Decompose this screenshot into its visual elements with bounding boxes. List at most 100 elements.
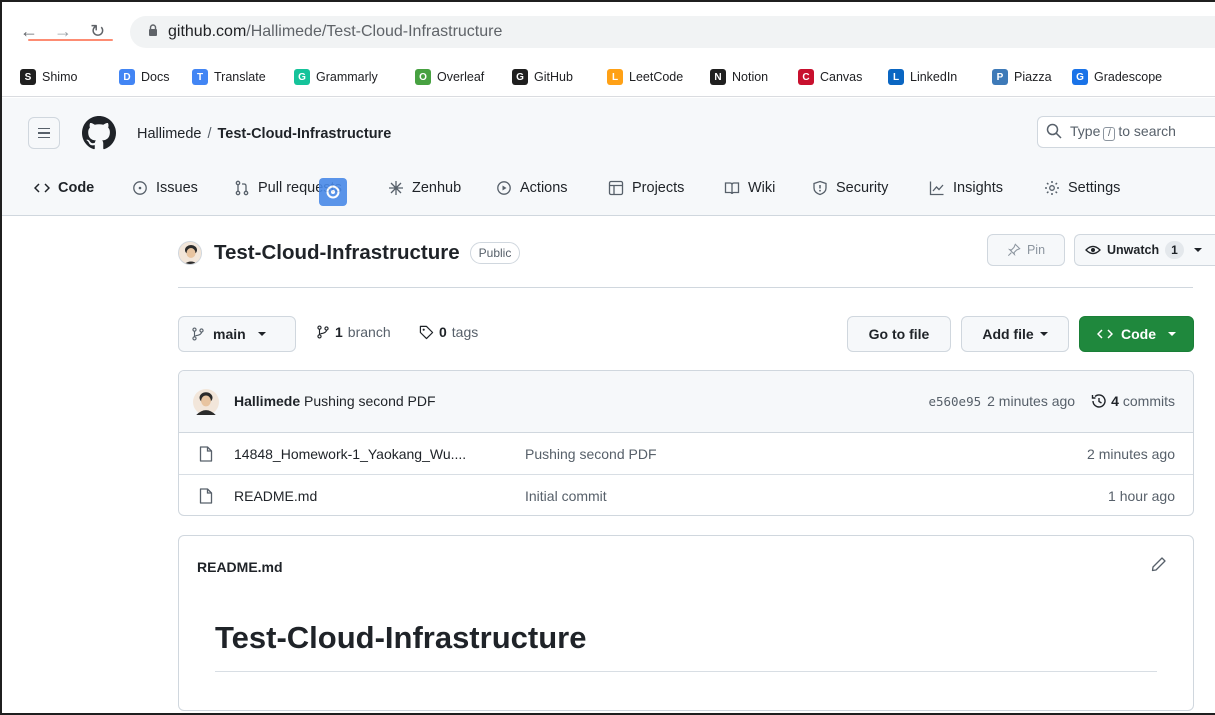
url-text: github.com/Hallimede/Test-Cloud-Infrastr… [168, 23, 502, 41]
branch-count: 1 [335, 324, 343, 340]
tab-projects[interactable]: Projects [608, 180, 684, 196]
add-file-button[interactable]: Add file [961, 316, 1069, 352]
url-host: github.com [168, 23, 247, 40]
tab-label: Settings [1068, 180, 1121, 196]
browser-window: ← → ↻ github.com/Hallimede/Test-Cloud-In… [0, 0, 1215, 715]
bookmark-grammarly[interactable]: G Grammarly [294, 69, 378, 85]
tab-wiki[interactable]: Wiki [724, 180, 775, 196]
forward-icon[interactable]: → [54, 22, 72, 40]
bookmark-label: Piazza [1014, 70, 1052, 84]
github-logo-icon[interactable] [82, 116, 116, 150]
file-commit-message[interactable]: Pushing second PDF [525, 446, 657, 462]
tab-actions[interactable]: Actions [496, 180, 568, 196]
tab-label: Projects [632, 180, 685, 196]
issue-icon [133, 181, 147, 195]
bookmark-translate[interactable]: T Translate [192, 69, 266, 85]
pin-label: Pin [1026, 243, 1046, 257]
repo-title[interactable]: Test-Cloud-Infrastructure [214, 241, 460, 265]
tab-label: Insights [953, 180, 1003, 196]
bookmark-label: Canvas [820, 70, 863, 84]
bookmark-label: Translate [214, 70, 266, 84]
branch-word: branch [347, 324, 391, 340]
tab-zenhub[interactable]: Zenhub [388, 180, 461, 196]
file-commit-message[interactable]: Initial commit [525, 488, 607, 504]
bookmark-label: Grammarly [316, 70, 378, 84]
unwatch-label: Unwatch [1107, 243, 1160, 257]
tag-icon [419, 325, 434, 339]
overleaf-icon: O [415, 69, 431, 85]
leetcode-icon: L [607, 69, 623, 85]
branch-selector[interactable]: main [178, 316, 296, 352]
commit-sha[interactable]: e560e95 [928, 394, 981, 409]
bookmark-label: GitHub [534, 70, 573, 84]
avatar[interactable] [193, 389, 219, 415]
pencil-icon[interactable] [1151, 556, 1167, 572]
code-icon [34, 183, 50, 193]
table-row: 14848_Homework-1_Yaokang_Wu.... Pushing s… [179, 433, 1193, 475]
bookmark-canvas[interactable]: C Canvas [798, 69, 862, 85]
pin-button[interactable]: Pin [987, 234, 1065, 266]
avatar[interactable] [178, 241, 202, 265]
tab-issues[interactable]: Issues [132, 180, 198, 196]
file-name[interactable]: 14848_Homework-1_Yaokang_Wu.... [234, 446, 466, 462]
bookmark-label: Notion [732, 70, 769, 84]
bookmark-leetcode[interactable]: L LeetCode [607, 69, 683, 85]
bookmark-piazza[interactable]: P Piazza [992, 69, 1052, 85]
tab-label: Zenhub [412, 180, 462, 196]
bookmark-overleaf[interactable]: O Overleaf [415, 69, 484, 85]
tab-code[interactable]: Code [34, 180, 94, 196]
book-icon [724, 182, 740, 195]
bookmark-label: LinkedIn [910, 70, 958, 84]
chevron-down-icon [257, 332, 266, 336]
branches-link[interactable]: 1 branch [316, 324, 391, 340]
menu-icon[interactable] [28, 117, 60, 149]
shield-icon [813, 180, 827, 196]
tab-insights[interactable]: Insights [929, 180, 1003, 196]
tab-security[interactable]: Security [812, 180, 888, 196]
file-name[interactable]: README.md [234, 488, 317, 504]
add-file-label: Add file [982, 326, 1034, 342]
commit-count: 4 [1111, 393, 1119, 409]
code-button[interactable]: Code [1079, 316, 1194, 352]
bookmark-shimo[interactable]: S Shimo [20, 69, 77, 85]
tab-settings[interactable]: Settings [1044, 180, 1120, 196]
code-button-label: Code [1121, 326, 1156, 342]
extension-overlay-icon[interactable] [319, 178, 347, 206]
bookmark-linkedin[interactable]: L LinkedIn [888, 69, 957, 85]
owner-link[interactable]: Hallimede [137, 126, 201, 142]
docs-icon: D [119, 69, 135, 85]
bookmark-docs[interactable]: D Docs [119, 69, 169, 85]
history-icon [1091, 394, 1106, 408]
table-icon [608, 180, 624, 196]
piazza-icon: P [992, 69, 1008, 85]
gear-icon [1045, 181, 1059, 195]
go-to-file-button[interactable]: Go to file [847, 316, 951, 352]
url-path: /Hallimede/Test-Cloud-Infrastructure [246, 23, 503, 40]
notion-icon: N [710, 69, 726, 85]
bookmark-gradescope[interactable]: G Gradescope [1072, 69, 1162, 85]
visibility-badge: Public [469, 242, 521, 264]
commit-meta: e560e95 2 minutes ago 4 commits [928, 393, 1175, 409]
browser-toolbar: ← → ↻ github.com/Hallimede/Test-Cloud-In… [2, 2, 1215, 58]
tab-label: Actions [520, 180, 568, 196]
readme-title[interactable]: README.md [197, 559, 283, 575]
commit-author[interactable]: Hallimede [234, 393, 300, 409]
bookmark-label: Gradescope [1094, 70, 1163, 84]
tab-label: Security [836, 180, 889, 196]
bookmark-github[interactable]: G GitHub [512, 69, 573, 85]
commit-message[interactable]: Pushing second PDF [304, 393, 436, 409]
file-time: 1 hour ago [1108, 488, 1175, 504]
bookmark-notion[interactable]: N Notion [710, 69, 768, 85]
unwatch-button[interactable]: Unwatch 1 [1074, 234, 1215, 266]
tab-label: Issues [156, 180, 198, 196]
search-shortcut-key: / [1103, 127, 1116, 141]
lock-icon [149, 24, 157, 36]
tags-link[interactable]: 0 tags [419, 324, 478, 340]
reload-icon[interactable]: ↻ [90, 22, 105, 40]
repo-link[interactable]: Test-Cloud-Infrastructure [218, 126, 392, 142]
commit-word: commits [1122, 393, 1175, 409]
commits-link[interactable]: 4 commits [1091, 393, 1175, 409]
back-icon[interactable]: ← [20, 22, 38, 40]
code-icon [1097, 329, 1113, 339]
search-placeholder: Type / to search [1070, 123, 1176, 141]
